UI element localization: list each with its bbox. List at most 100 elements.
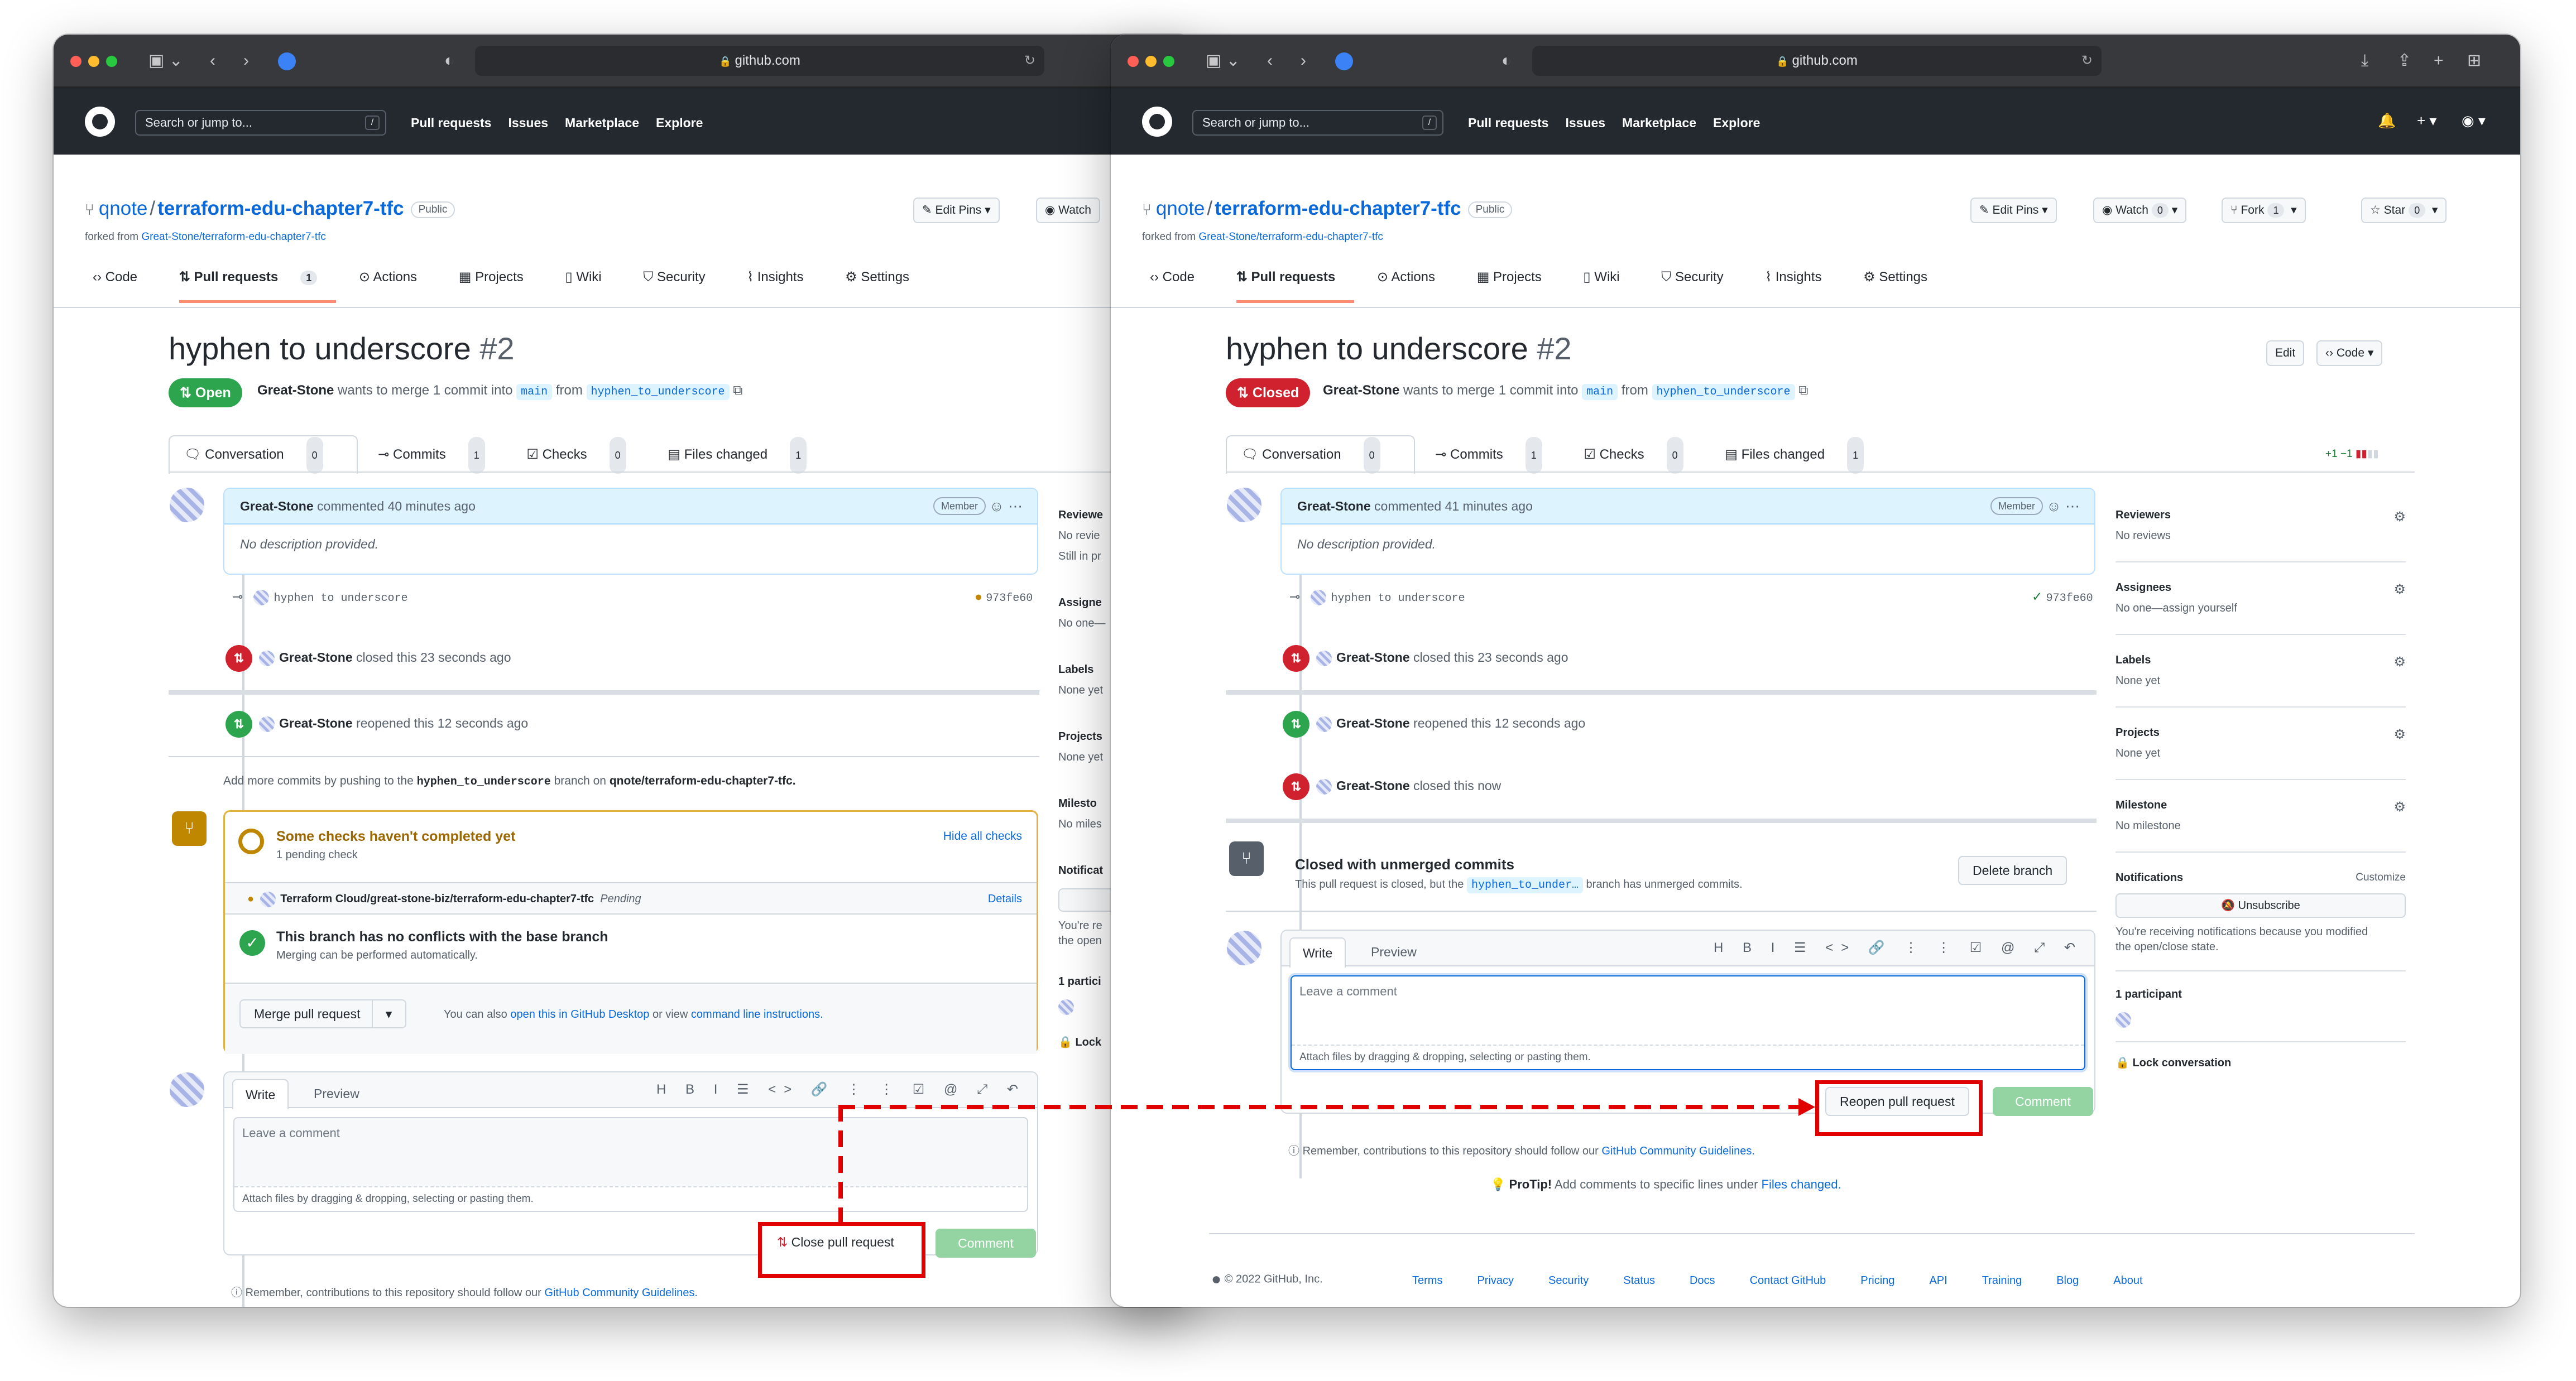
github-desktop-link[interactable]: open this in GitHub Desktop xyxy=(510,1008,649,1021)
new-tab-icon[interactable]: + xyxy=(2434,51,2444,70)
comment-button[interactable]: Comment xyxy=(1993,1087,2093,1116)
close-window-button[interactable] xyxy=(1128,56,1139,67)
emoji-icon[interactable]: ☺ ⋯ xyxy=(989,489,1023,523)
reload-icon[interactable]: ↻ xyxy=(2081,46,2093,76)
address-bar[interactable]: 🔒 github.com ↻ xyxy=(475,46,1044,76)
avatar[interactable] xyxy=(1227,488,1261,522)
tab-settings[interactable]: ⚙ Settings xyxy=(1863,270,1946,285)
tab-files-changed[interactable]: ▤ Files changed 1 xyxy=(1725,436,1883,474)
footer-link-blog[interactable]: Blog xyxy=(2056,1274,2079,1287)
participant-avatar[interactable] xyxy=(2116,1012,2131,1028)
sidebar-milestone[interactable]: Milestone No milestone ⚙ xyxy=(2116,799,2406,833)
tab-projects[interactable]: ▦ Projects xyxy=(1477,270,1561,285)
sidebar-toggle-icon[interactable]: ▣ ⌄ xyxy=(148,51,183,70)
formatting-toolbar[interactable]: H B I ☰ <> 🔗 ⋮ ⋮ ☑ @ ⤢ ↶ xyxy=(1714,940,2083,956)
forward-icon[interactable]: › xyxy=(1301,51,1306,70)
repo-owner-link[interactable]: qnote xyxy=(99,198,148,219)
close-window-button[interactable] xyxy=(70,56,81,67)
nav-explore[interactable]: Explore xyxy=(1713,116,1760,130)
sidebar-toggle-icon[interactable]: ▣ ⌄ xyxy=(1206,51,1240,70)
sidebar-labels[interactable]: Labels None yet ⚙ xyxy=(2116,654,2406,687)
commit-message[interactable]: hyphen to underscore xyxy=(1331,592,1465,605)
forked-from-link[interactable]: Great-Stone/terraform-edu-chapter7-tfc xyxy=(141,231,326,243)
fork-button[interactable]: ⑂ Fork 1 ▾ xyxy=(2222,198,2306,223)
tab-commits[interactable]: ⊸ Commits 1 xyxy=(378,436,503,474)
footer-link-about[interactable]: About xyxy=(2113,1274,2142,1287)
tab-conversation[interactable]: 🗨 Conversation 0 xyxy=(1226,435,1415,474)
preview-tab[interactable]: Preview xyxy=(1365,937,1422,966)
write-tab[interactable]: Write xyxy=(1289,937,1346,968)
user-menu-icon[interactable]: ◉ ▾ xyxy=(2462,112,2486,129)
tab-overview-icon[interactable]: ⊞ xyxy=(2467,51,2481,70)
forked-from-link[interactable]: Great-Stone/terraform-edu-chapter7-tfc xyxy=(1198,231,1383,243)
tab-wiki[interactable]: ▯ Wiki xyxy=(565,270,620,285)
zoom-window-button[interactable] xyxy=(106,56,117,67)
footer-link-contact[interactable]: Contact GitHub xyxy=(1750,1274,1826,1287)
edit-pins-button[interactable]: ✎ Edit Pins ▾ xyxy=(913,198,1000,223)
tab-settings[interactable]: ⚙ Settings xyxy=(845,270,928,285)
tab-projects[interactable]: ▦ Projects xyxy=(459,270,543,285)
tab-conversation[interactable]: 🗨 Conversation 0 xyxy=(169,435,358,474)
address-bar[interactable]: 🔒 github.com ↻ xyxy=(1532,46,2102,76)
emoji-icon[interactable]: ☺ ⋯ xyxy=(2046,489,2080,523)
repo-owner-link[interactable]: qnote xyxy=(1156,198,1205,219)
privacy-shield-icon[interactable]: ◐ xyxy=(444,51,454,70)
formatting-toolbar[interactable]: H B I ☰ <> 🔗 ⋮ ⋮ ☑ @ ⤢ ↶ xyxy=(656,1081,1026,1098)
tab-security[interactable]: ⛉ Security xyxy=(643,270,724,285)
repo-name-link[interactable]: terraform-edu-chapter7-tfc xyxy=(157,198,404,219)
attach-files-hint[interactable]: Attach files by dragging & dropping, sel… xyxy=(234,1186,1027,1211)
minimize-window-button[interactable] xyxy=(88,56,99,67)
reopen-pull-request-button[interactable]: Reopen pull request xyxy=(1825,1087,1969,1116)
repo-name-link[interactable]: terraform-edu-chapter7-tfc xyxy=(1215,198,1461,219)
commit-sha[interactable]: ● 973fe60 xyxy=(975,589,1033,605)
nav-issues[interactable]: Issues xyxy=(508,116,548,130)
watch-button[interactable]: ◉ Watch xyxy=(1036,198,1100,223)
search-input[interactable]: Search or jump to... / xyxy=(135,110,386,136)
zoom-window-button[interactable] xyxy=(1163,56,1174,67)
tab-pull-requests[interactable]: ⇅ Pull requests 1 xyxy=(179,270,337,303)
guidelines-link[interactable]: GitHub Community Guidelines. xyxy=(1601,1145,1755,1157)
comment-button[interactable]: Comment xyxy=(936,1229,1036,1258)
nav-pull-requests[interactable]: Pull requests xyxy=(1468,116,1548,130)
watch-button[interactable]: ◉ Watch 0 ▾ xyxy=(2093,198,2187,223)
files-changed-link[interactable]: Files changed. xyxy=(1762,1177,1841,1191)
nav-issues[interactable]: Issues xyxy=(1565,116,1605,130)
tab-insights[interactable]: ⌇ Insights xyxy=(1765,270,1840,285)
guidelines-link[interactable]: GitHub Community Guidelines. xyxy=(544,1287,698,1299)
reload-icon[interactable]: ↻ xyxy=(1024,46,1035,76)
sidebar-reviewers[interactable]: Reviewers No reviews ⚙ xyxy=(2116,509,2406,542)
footer-link-pricing[interactable]: Pricing xyxy=(1860,1274,1894,1287)
merge-pull-request-button[interactable]: Merge pull request ▾ xyxy=(239,999,406,1028)
footer-link-docs[interactable]: Docs xyxy=(1690,1274,1715,1287)
share-icon[interactable]: ⇪ xyxy=(2397,51,2411,70)
footer-link-status[interactable]: Status xyxy=(1623,1274,1655,1287)
sidebar-projects[interactable]: Projects None yet ⚙ xyxy=(2116,726,2406,760)
nav-marketplace[interactable]: Marketplace xyxy=(1622,116,1696,130)
download-icon[interactable]: ⤓ xyxy=(2361,51,2368,70)
tab-pull-requests[interactable]: ⇅ Pull requests xyxy=(1236,270,1355,303)
notifications-icon[interactable]: 🔔 xyxy=(2378,112,2396,129)
create-new-icon[interactable]: + ▾ xyxy=(2417,112,2436,129)
copy-icon[interactable]: ⧉ xyxy=(733,383,742,398)
commit-sha[interactable]: ✓ 973fe60 xyxy=(2032,589,2093,605)
footer-link-security[interactable]: Security xyxy=(1548,1274,1589,1287)
customize-link[interactable]: Customize xyxy=(2356,872,2406,884)
tab-actions[interactable]: ⊙ Actions xyxy=(1377,270,1454,285)
attach-files-hint[interactable]: Attach files by dragging & dropping, sel… xyxy=(1292,1045,2084,1069)
delete-branch-button[interactable]: Delete branch xyxy=(1958,856,2067,885)
write-tab[interactable]: Write xyxy=(232,1079,289,1109)
edit-pins-button[interactable]: ✎ Edit Pins ▾ xyxy=(1970,198,2057,223)
back-icon[interactable]: ‹ xyxy=(1267,51,1273,70)
github-logo-icon[interactable] xyxy=(1142,107,1172,137)
comment-author[interactable]: Great-Stone xyxy=(1297,499,1371,513)
details-link[interactable]: Details xyxy=(988,883,1022,915)
github-logo-icon[interactable] xyxy=(85,107,115,137)
cli-instructions-link[interactable]: command line instructions. xyxy=(691,1008,823,1021)
comment-author[interactable]: Great-Stone xyxy=(240,499,314,513)
star-button[interactable]: ☆ Star 0 ▾ xyxy=(2361,198,2447,223)
avatar[interactable] xyxy=(1227,931,1261,965)
extension-icon[interactable] xyxy=(278,52,296,70)
tab-insights[interactable]: ⌇ Insights xyxy=(747,270,822,285)
search-input[interactable]: Search or jump to... / xyxy=(1192,110,1443,136)
footer-link-privacy[interactable]: Privacy xyxy=(1477,1274,1514,1287)
